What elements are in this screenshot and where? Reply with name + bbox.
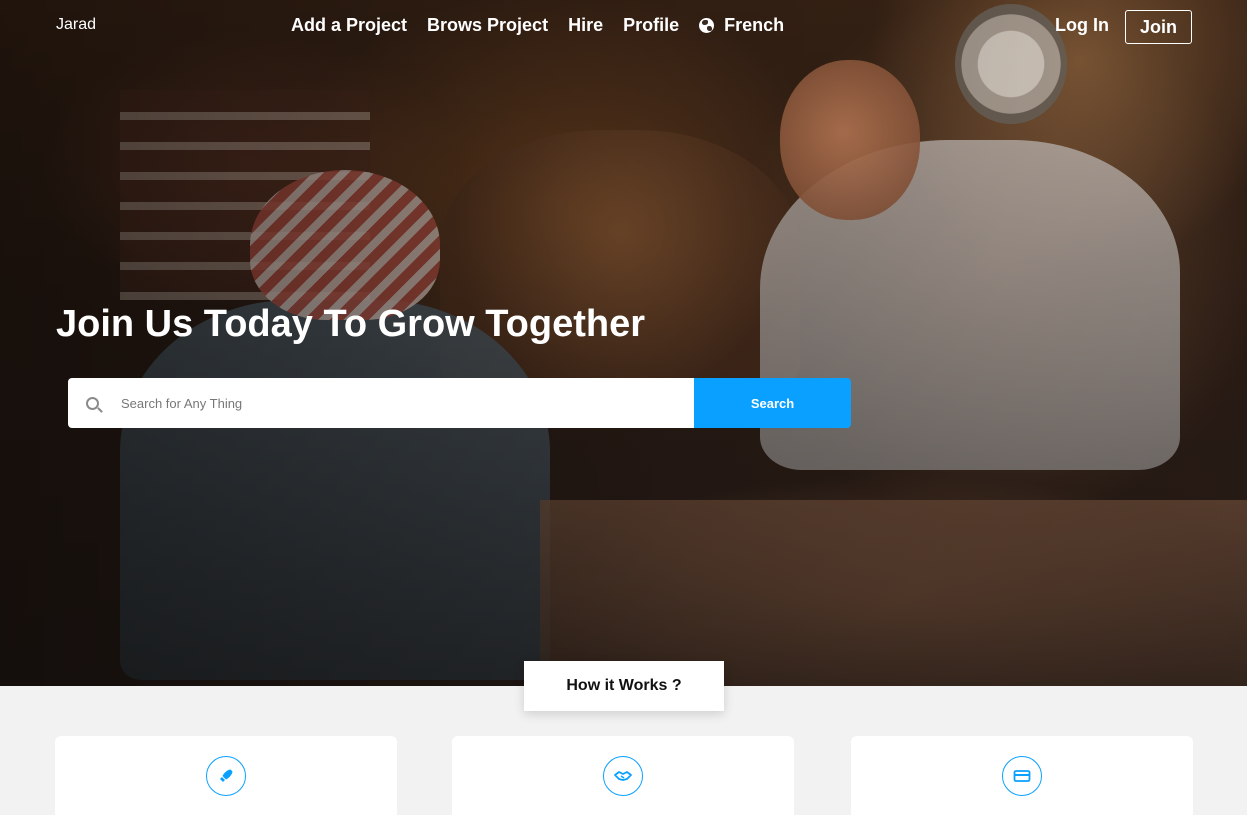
- nav-brows-project[interactable]: Brows Project: [427, 15, 548, 36]
- rocket-icon: [206, 756, 246, 796]
- hero-section: Jarad Add a Project Brows Project Hire P…: [0, 0, 1247, 686]
- brand-logo[interactable]: Jarad: [56, 16, 96, 34]
- nav-add-project[interactable]: Add a Project: [291, 15, 407, 36]
- how-it-works-title: How it Works ?: [524, 661, 724, 711]
- language-label: French: [724, 15, 785, 35]
- search-field-container: [68, 378, 694, 428]
- main-nav: Add a Project Brows Project Hire Profile…: [291, 15, 804, 36]
- nav-profile[interactable]: Profile: [623, 15, 679, 36]
- hero-headline: Join Us Today To Grow Together: [56, 303, 646, 345]
- feature-card-post: [55, 736, 397, 815]
- handshake-icon: [603, 756, 643, 796]
- globe-icon: [699, 18, 715, 33]
- feature-card-hire: [452, 736, 794, 815]
- search-input[interactable]: [121, 395, 601, 411]
- login-link[interactable]: Log In: [1055, 15, 1109, 36]
- feature-card-pay: [851, 736, 1193, 815]
- search-bar: Search: [68, 378, 851, 428]
- search-icon: [86, 396, 99, 410]
- search-button[interactable]: Search: [694, 378, 851, 428]
- credit-card-icon: [1002, 756, 1042, 796]
- join-button[interactable]: Join: [1125, 10, 1192, 44]
- nav-hire[interactable]: Hire: [568, 15, 603, 36]
- language-switcher[interactable]: French: [699, 15, 784, 36]
